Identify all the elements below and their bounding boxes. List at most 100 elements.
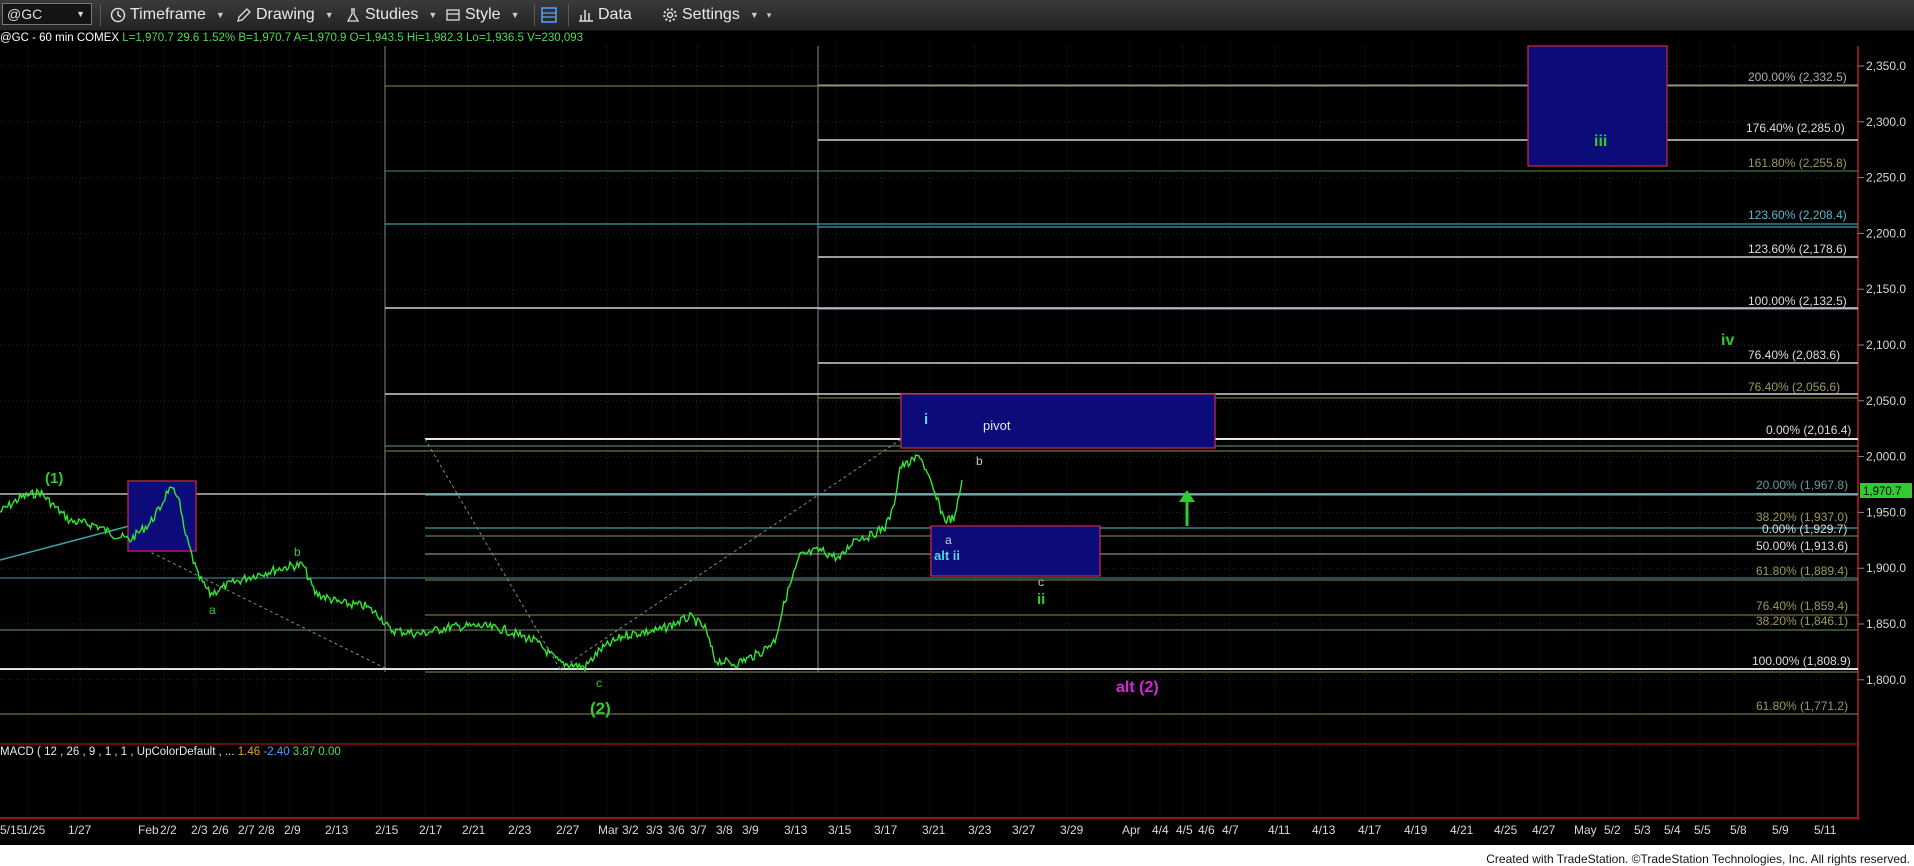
price-axis-label: 1,850.0	[1866, 617, 1906, 631]
fib-level-label: 76.40% (2,083.6)	[1748, 348, 1840, 362]
date-axis-label: 3/13	[784, 823, 808, 837]
wave-b-label-2: b	[976, 454, 983, 468]
date-axis-label: 4/4	[1152, 823, 1169, 837]
date-axis-label: 4/7	[1222, 823, 1239, 837]
alt-2-label: alt (2)	[1116, 679, 1159, 696]
date-axis-label: May	[1574, 823, 1597, 837]
macd-value: 1.46	[237, 746, 261, 758]
date-axis-label: Mar	[598, 823, 619, 837]
date-axis-label: 3/17	[874, 823, 898, 837]
wave-a-label-2: a	[945, 533, 952, 547]
price-axis-label: 1,800.0	[1866, 673, 1906, 687]
date-axis-label: 5/9	[1772, 823, 1789, 837]
wave-1-box	[127, 480, 197, 552]
wave-iv-label: iv	[1721, 332, 1734, 349]
price-axis-label: 2,150.0	[1866, 282, 1906, 296]
pivot-label: pivot	[983, 418, 1011, 433]
price-chart[interactable]: (1) (2) a b c i pivot b a alt ii c ii al…	[0, 0, 1914, 866]
macd-zero-value: 0.00	[318, 746, 341, 758]
fib-level-labels: 200.00% (2,332.5) 176.40% (2,285.0) 161.80…	[1746, 70, 1851, 713]
fib-level-label: 176.40% (2,285.0)	[1746, 121, 1845, 135]
date-axis-label: 5/2	[1604, 823, 1621, 837]
date-axis-label: 2/15	[375, 823, 399, 837]
date-axis-label: 2/9	[284, 823, 301, 837]
date-axis-label: 5/8	[1730, 823, 1747, 837]
price-axis-label: 1,900.0	[1866, 561, 1906, 575]
fib-level-label: 0.00% (1,929.7)	[1762, 522, 1847, 536]
footer-credit: Created with TradeStation. ©TradeStation…	[1486, 852, 1910, 866]
date-axis-label: 4/5	[1176, 823, 1193, 837]
macd-indicator-label[interactable]: MACD ( 12 , 26 , 9 , 1 , 1 , UpColorDefa…	[0, 746, 341, 758]
date-axis-label: 5/4	[1664, 823, 1681, 837]
fib-level-label: 123.60% (2,178.6)	[1748, 242, 1847, 256]
date-axis-label: 1/27	[68, 823, 92, 837]
wave-a-label: a	[209, 603, 216, 617]
date-axis-label: 2/23	[508, 823, 532, 837]
date-axis-label: 5/3	[1634, 823, 1651, 837]
date-axis-label: 2/17	[419, 823, 443, 837]
date-axis-label: 1/25	[22, 823, 46, 837]
date-axis-label: 4/21	[1450, 823, 1474, 837]
date-axis: 1/25 1/27 Feb 2/2 2/3 2/6 2/7 2/8 2/9 2/13 2/15 2/1…	[0, 823, 1837, 837]
fib-level-label: 20.00% (1,967.8)	[1756, 478, 1848, 492]
fib-level-label: 123.60% (2,208.4)	[1748, 208, 1847, 222]
date-axis-label: 5/11	[1814, 823, 1837, 837]
alt-ii-label: alt ii	[934, 548, 960, 563]
date-axis-label: 3/27	[1012, 823, 1036, 837]
fib-level-label: 76.40% (1,859.4)	[1756, 599, 1848, 613]
date-axis-label: 2/2	[160, 823, 177, 837]
price-axis-label: 2,300.0	[1866, 115, 1906, 129]
macd-diff-value: 3.87	[292, 746, 316, 758]
fib-level-label: 61.80% (1,771.2)	[1756, 699, 1848, 713]
date-axis-label: 2/3	[191, 823, 208, 837]
fib-level-label: 0.00% (2,016.4)	[1766, 423, 1851, 437]
price-axis-label: 2,050.0	[1866, 394, 1906, 408]
fib-level-label: 50.00% (1,913.6)	[1756, 539, 1848, 553]
fib-level-label: 76.40% (2,056.6)	[1748, 380, 1840, 394]
wave-c-label-2: c	[1038, 575, 1044, 589]
price-axis-label: 2,000.0	[1866, 450, 1906, 464]
date-axis-label: 3/2	[622, 823, 639, 837]
current-price-label: 1,970.7	[1863, 486, 1901, 498]
target-boxes	[127, 45, 1668, 577]
fib-level-label: 61.80% (1,889.4)	[1756, 564, 1848, 578]
fib-level-label: 100.00% (2,132.5)	[1748, 294, 1847, 308]
wave-i-label: i	[924, 411, 928, 428]
date-axis-label: 3/3	[646, 823, 663, 837]
price-axis-label: 1,950.0	[1866, 505, 1906, 519]
wave-ii-label: ii	[1037, 591, 1045, 608]
date-axis-label: 3/21	[922, 823, 946, 837]
price-axis-label: 2,250.0	[1866, 171, 1906, 185]
date-axis-label: 2/13	[325, 823, 349, 837]
date-axis-label: 2/27	[556, 823, 580, 837]
date-axis-label: 5/5	[1694, 823, 1711, 837]
date-axis-label: 2/21	[462, 823, 486, 837]
date-axis-label: 3/29	[1060, 823, 1084, 837]
date-axis-label: 4/6	[1198, 823, 1215, 837]
wave-c-label: c	[596, 676, 602, 690]
price-axis-label: 2,100.0	[1866, 338, 1906, 352]
macd-signal-value: -2.40	[263, 746, 290, 758]
date-axis-label: 3/7	[690, 823, 707, 837]
date-axis-label: 2/8	[258, 823, 275, 837]
date-axis-label: 4/19	[1404, 823, 1428, 837]
fib-level-label: 100.00% (1,808.9)	[1752, 654, 1851, 668]
date-axis-label: 3/8	[716, 823, 733, 837]
date-axis-label: 5/15	[0, 823, 24, 837]
wave-2-label: (2)	[590, 699, 611, 718]
date-axis-label: Feb	[138, 823, 159, 837]
fib-level-label: 161.80% (2,255.8)	[1748, 156, 1847, 170]
date-axis-label: Apr	[1122, 823, 1141, 837]
date-axis-label: 3/23	[968, 823, 992, 837]
wave-1-label: (1)	[45, 470, 63, 487]
macd-label: MACD ( 12 , 26 , 9 , 1 , 1 , UpColorDefa…	[0, 746, 235, 758]
date-axis-label: 3/9	[742, 823, 759, 837]
fib-level-label: 38.20% (1,846.1)	[1756, 614, 1848, 628]
date-axis-label: 4/11	[1268, 823, 1291, 837]
price-axis-label: 2,350.0	[1866, 59, 1906, 73]
price-axis: 2,350.0 2,300.0 2,250.0 2,200.0 2,150.0 2,100…	[1858, 59, 1906, 687]
price-axis-label: 2,200.0	[1866, 226, 1906, 240]
fib-level-label: 200.00% (2,332.5)	[1748, 70, 1847, 84]
date-axis-label: 4/13	[1312, 823, 1336, 837]
wave-b-label: b	[294, 545, 301, 559]
